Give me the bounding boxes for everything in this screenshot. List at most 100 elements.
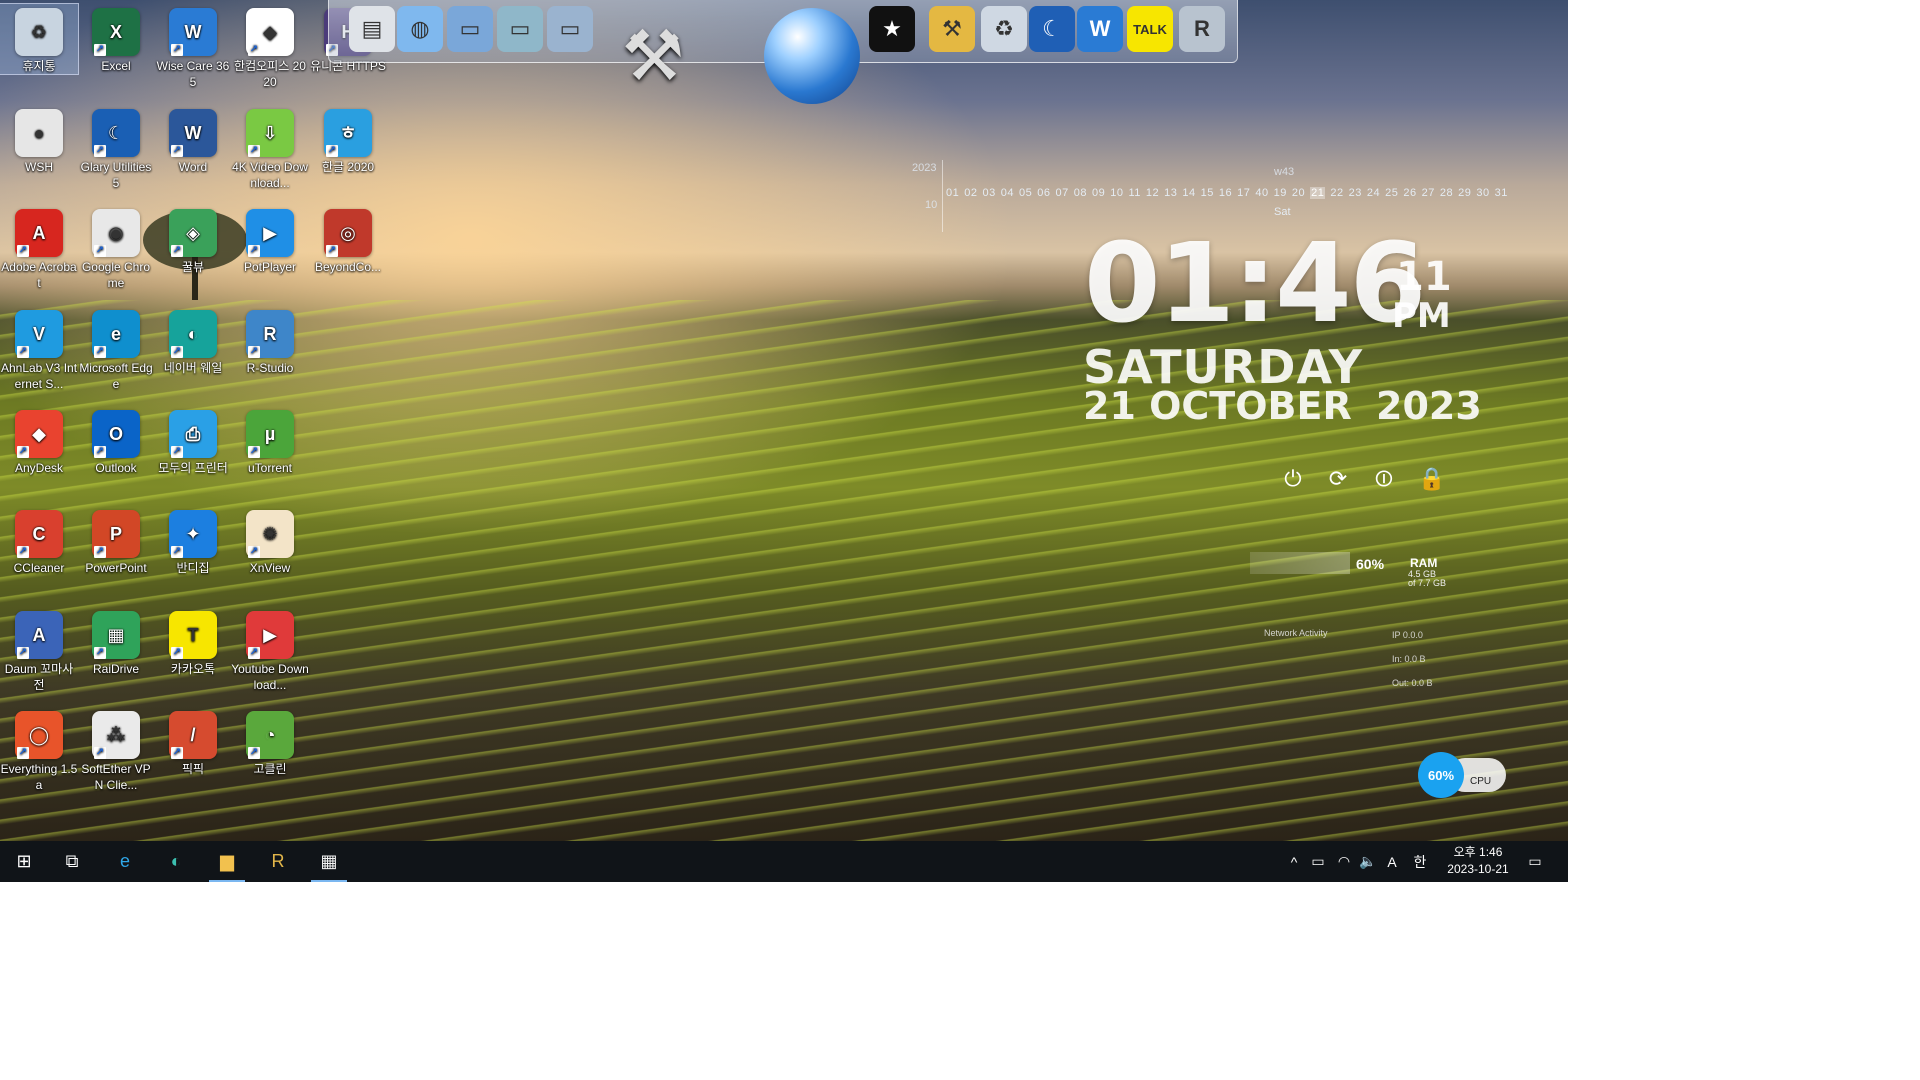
tray-battery-icon[interactable]: ▭ (1306, 841, 1330, 882)
desktop-icon[interactable]: C ↗ CCleaner (0, 506, 78, 576)
desktop-icon[interactable]: P ↗ PowerPoint (77, 506, 155, 576)
desktop-icon-label: R-Studio (246, 361, 294, 375)
desktop-icon[interactable]: ▶ ↗ Youtube Download... (231, 607, 309, 693)
desktop-icon[interactable]: R ↗ R-Studio (231, 306, 309, 376)
tray-volume-icon[interactable]: 🔈 (1356, 841, 1380, 882)
desktop-icon-label: 네이버 웨일 (163, 361, 223, 375)
desktop-icon[interactable]: ✺ ↗ XnView (231, 506, 309, 576)
desktop-icon[interactable]: ⇩ ↗ 4K Video Download... (231, 105, 309, 191)
shortcut-arrow-icon: ↗ (17, 346, 29, 358)
network-globe-icon[interactable]: ◍ (397, 6, 443, 52)
desktop-icon[interactable]: ☾ ↗ Glary Utilities 5 (77, 105, 155, 191)
taskbar-r-studio[interactable]: R (254, 841, 302, 882)
app-icon: T ↗ (169, 611, 217, 659)
taskbar-whale[interactable]: ◐ (152, 841, 200, 882)
tray-ime-a[interactable]: A (1380, 841, 1404, 882)
taskbar-store[interactable]: ▦ (305, 841, 353, 882)
app-icon: A ↗ (15, 209, 63, 257)
taskbar-edge[interactable]: e (101, 841, 149, 882)
desktop-icon[interactable]: ◆ ↗ AnyDesk (0, 406, 78, 476)
shortcut-arrow-icon: ↗ (248, 44, 260, 56)
tshirt-icon[interactable]: ★ (869, 6, 915, 52)
desktop-icon[interactable]: ▶ ↗ PotPlayer (231, 205, 309, 275)
desktop-icon-label: Outlook (95, 461, 137, 475)
tray-chevron-icon[interactable]: ^ (1282, 841, 1306, 882)
shortcut-arrow-icon: ↗ (94, 44, 106, 56)
desktop-icon-label: 픽픽 (181, 762, 205, 776)
lock-icon[interactable]: 🔒 (1418, 466, 1445, 492)
tray-wifi-icon[interactable]: ◠ (1332, 841, 1356, 882)
shortcut-arrow-icon: ↗ (94, 145, 106, 157)
desktop-icon[interactable]: A ↗ Adobe Acrobat (0, 205, 78, 291)
desktop-icon-label: Google Chrome (81, 260, 151, 290)
sleep-icon[interactable]: ⏼ (1371, 466, 1397, 492)
desktop-icon[interactable]: V ↗ AhnLab V3 Internet S... (0, 306, 78, 392)
app-icon: ◎ ↗ (324, 209, 372, 257)
calendar-day: 27 (1421, 187, 1435, 199)
calendar-day: 02 (964, 187, 978, 199)
globe-icon[interactable] (764, 8, 860, 104)
desktop-icon[interactable]: W ↗ Word (154, 105, 232, 175)
shortcut-arrow-icon: ↗ (248, 446, 260, 458)
app-icon: O ↗ (92, 410, 140, 458)
calendar-day: 20 (1291, 187, 1306, 199)
shortcut-arrow-icon: ↗ (248, 145, 260, 157)
desktop-icon-label: 반디집 (176, 561, 210, 575)
desktop-icon[interactable]: ◯ ↗ Everything 1.5a (0, 707, 78, 793)
desktop-icon[interactable]: ◈ ↗ 꿀뷰 (154, 205, 232, 275)
desktop-icon[interactable]: W ↗ Wise Care 365 (154, 4, 232, 90)
desktop-icon[interactable]: ⎙ ↗ 모두의 프린터 (154, 406, 232, 476)
recycle-bin-icon[interactable]: ♻ (981, 6, 1027, 52)
desktop-icon[interactable]: ♻ 휴지통 (0, 3, 79, 75)
notepad-icon[interactable]: ▤ (349, 6, 395, 52)
desktop-icon-label: AnyDesk (14, 461, 64, 475)
desktop-icon[interactable]: O ↗ Outlook (77, 406, 155, 476)
task-view-button[interactable]: ⧉ (48, 841, 96, 882)
r-studio-dock-icon[interactable]: R (1179, 6, 1225, 52)
calendar-day: 12 (1145, 187, 1160, 199)
desktop-icon[interactable]: ▦ ↗ RaiDrive (77, 607, 155, 677)
calendar-day: 16 (1218, 187, 1233, 199)
desktop-icon[interactable]: e ↗ Microsoft Edge (77, 306, 155, 392)
notification-icon[interactable]: ▭ (1520, 841, 1550, 882)
shutdown-icon[interactable]: ⏻ (1280, 466, 1306, 492)
app-icon: ✦ ↗ (169, 510, 217, 558)
folder-icon[interactable]: ▭ (447, 6, 493, 52)
glary-icon[interactable]: ☾ (1029, 6, 1075, 52)
shortcut-arrow-icon: ↗ (171, 747, 183, 759)
desktop-icon[interactable]: ◎ ↗ BeyondCo... (309, 205, 387, 275)
kakaotalk-icon[interactable]: TALK (1127, 6, 1173, 52)
tray-ime-han[interactable]: 한 (1408, 841, 1432, 882)
wise-shield-icon[interactable]: W (1077, 6, 1123, 52)
app-icon: ◆ ↗ (15, 410, 63, 458)
desktop-icon[interactable]: X ↗ Excel (77, 4, 155, 74)
desktop-icon[interactable]: A ↗ Daum 꼬마사전 (0, 607, 78, 693)
tools-icon[interactable]: ⚒ (608, 10, 698, 102)
folder-green-icon[interactable]: ▭ (497, 6, 543, 52)
hammer-tool-icon[interactable]: ⚒ (929, 6, 975, 52)
desktop-icon[interactable]: ◉ ↗ Google Chrome (77, 205, 155, 291)
calendar-day: 31 (1494, 187, 1508, 199)
cpu-widget[interactable]: 60% CPU (1418, 752, 1508, 798)
desktop-icon[interactable]: ✦ ↗ 반디집 (154, 506, 232, 576)
network-label: Network Activity (1264, 628, 1328, 638)
calendar-days: 01 02 03 04 05 06 07 08 09 10 11 12 13 14 15 16 17 40 19 20… (946, 187, 1513, 199)
desktop-icon[interactable]: ⁂ ↗ SoftEther VPN Clie... (77, 707, 155, 793)
desktop-icon[interactable]: / ↗ 픽픽 (154, 707, 232, 777)
taskbar-file-explorer[interactable]: ▆ (203, 841, 251, 882)
desktop-icon[interactable]: µ ↗ uTorrent (231, 406, 309, 476)
desktop-icon[interactable]: ◐ ↗ 네이버 웨일 (154, 306, 232, 376)
calendar-day: 04 (1000, 187, 1014, 199)
taskbar-clock[interactable]: 오후 1:46 2023-10-21 (1440, 844, 1516, 878)
start-button[interactable]: ⊞ (0, 841, 48, 882)
desktop-icon[interactable]: ◔ ↗ 고클린 (231, 707, 309, 777)
desktop-icon[interactable]: ㅎ ↗ 한글 2020 (309, 105, 387, 175)
shortcut-arrow-icon: ↗ (171, 245, 183, 257)
restart-icon[interactable]: ⟳ (1325, 466, 1351, 492)
desktop[interactable]: ♻휴지통X↗ExcelW↗Wise Care 365◆↗한컴오피스 2020H↗… (0, 0, 1568, 841)
desktop-icon[interactable]: ● WSH (0, 105, 78, 175)
desktop-icon[interactable]: ◆ ↗ 한컴오피스 2020 (231, 4, 309, 90)
calendar-day: 05 (1019, 187, 1033, 199)
desktop-icon[interactable]: T ↗ 카카오톡 (154, 607, 232, 677)
folder-open-icon[interactable]: ▭ (547, 6, 593, 52)
